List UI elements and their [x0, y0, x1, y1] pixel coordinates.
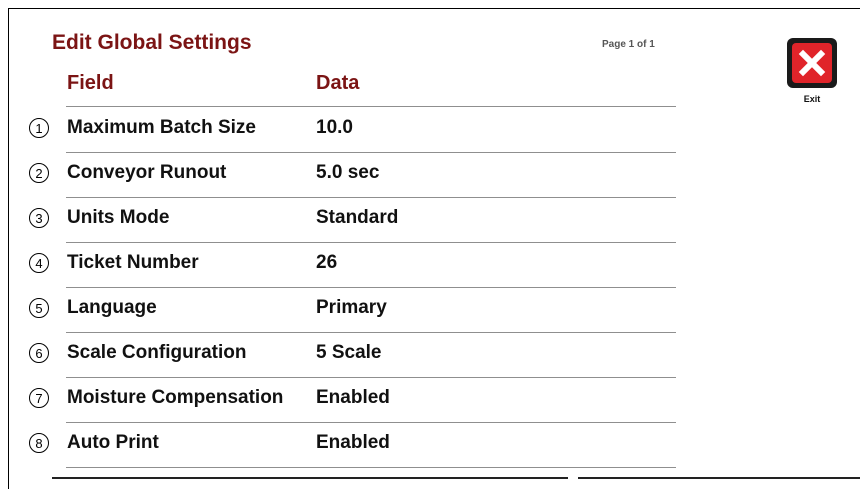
- exit-button[interactable]: [787, 38, 837, 88]
- setting-field-value: 10.0: [316, 117, 353, 138]
- setting-field-value: Standard: [316, 207, 399, 228]
- setting-field-value: 5.0 sec: [316, 162, 380, 183]
- setting-row-scale-configuration[interactable]: 6 Scale Configuration 5 Scale: [0, 332, 700, 377]
- column-header-data: Data: [316, 72, 360, 94]
- row-divider: [66, 467, 676, 468]
- setting-row-auto-print[interactable]: 8 Auto Print Enabled: [0, 422, 700, 467]
- exit-label: Exit: [803, 94, 821, 104]
- setting-field-value: Enabled: [316, 387, 390, 408]
- setting-row-language[interactable]: 5 Language Primary: [0, 287, 700, 332]
- setting-row-units-mode[interactable]: 3 Units Mode Standard: [0, 197, 700, 242]
- bottom-bar-right: [578, 477, 860, 479]
- row-number-badge: 5: [29, 298, 49, 318]
- row-number-badge: 7: [29, 388, 49, 408]
- row-number-badge: 1: [29, 118, 49, 138]
- setting-row-moisture-compensation[interactable]: 7 Moisture Compensation Enabled: [0, 377, 700, 422]
- column-header-field: Field: [67, 72, 114, 94]
- setting-field-label: Units Mode: [67, 207, 170, 228]
- setting-field-label: Ticket Number: [67, 252, 199, 273]
- page-title: Edit Global Settings: [52, 31, 252, 54]
- setting-row-maximum-batch-size[interactable]: 1 Maximum Batch Size 10.0: [0, 107, 700, 152]
- setting-field-value: 26: [316, 252, 338, 273]
- setting-field-label: Scale Configuration: [67, 342, 247, 363]
- setting-field-value: Primary: [316, 297, 387, 318]
- row-number-badge: 4: [29, 253, 49, 273]
- page-indicator: Page 1 of 1: [602, 39, 655, 50]
- exit-button-face: [792, 43, 832, 83]
- setting-field-label: Moisture Compensation: [67, 387, 284, 408]
- setting-row-ticket-number[interactable]: 4 Ticket Number 26: [0, 242, 700, 287]
- row-number-badge: 2: [29, 163, 49, 183]
- setting-field-value: Enabled: [316, 432, 390, 453]
- setting-field-label: Conveyor Runout: [67, 162, 227, 183]
- row-number-badge: 8: [29, 433, 49, 453]
- setting-field-label: Auto Print: [67, 432, 159, 453]
- bottom-bar-left: [52, 477, 568, 479]
- close-x-icon: [798, 49, 826, 77]
- setting-field-value: 5 Scale: [316, 342, 382, 363]
- setting-field-label: Maximum Batch Size: [67, 117, 256, 138]
- row-number-badge: 6: [29, 343, 49, 363]
- row-number-badge: 3: [29, 208, 49, 228]
- setting-row-conveyor-runout[interactable]: 2 Conveyor Runout 5.0 sec: [0, 152, 700, 197]
- setting-field-label: Language: [67, 297, 157, 318]
